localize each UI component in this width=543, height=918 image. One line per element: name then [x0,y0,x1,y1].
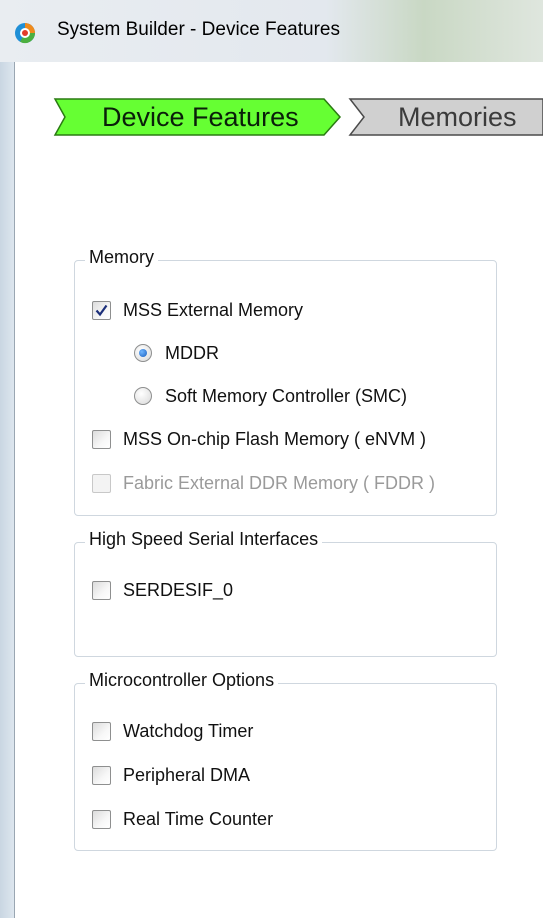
memory-group-title: Memory [85,247,159,268]
mddr-radio[interactable] [134,344,152,362]
mss-external-memory-option[interactable]: MSS External Memory [92,297,303,323]
mddr-option[interactable]: MDDR [134,340,219,366]
real-time-counter-label: Real Time Counter [123,808,274,829]
serdes-group-title: High Speed Serial Interfaces [85,529,323,550]
peripheral-dma-option[interactable]: Peripheral DMA [92,762,250,788]
smc-option[interactable]: Soft Memory Controller (SMC) [134,383,407,409]
envm-label: MSS On-chip Flash Memory ( eNVM ) [123,428,427,449]
watchdog-timer-checkbox[interactable] [92,721,111,741]
watchdog-timer-label: Watchdog Timer [123,720,254,741]
window-frame-left [0,62,14,918]
watchdog-timer-option[interactable]: Watchdog Timer [92,718,253,744]
checkmark-icon [95,304,108,316]
real-time-counter-option[interactable]: Real Time Counter [92,806,273,832]
peripheral-dma-label: Peripheral DMA [123,764,251,785]
microcontroller-group: Microcontroller Options Watchdog Timer P… [74,670,497,851]
real-time-counter-checkbox[interactable] [92,809,111,829]
step-memories[interactable]: Memories [398,98,517,136]
serdesif-0-checkbox[interactable] [92,580,111,600]
wizard-breadcrumb: Device Features Memories [40,98,543,136]
window-title: System Builder - Device Features [57,19,340,40]
serdes-group: High Speed Serial Interfaces SERDESIF_0 [74,529,497,657]
title-bar[interactable]: System Builder - Device Features [0,0,543,62]
peripheral-dma-checkbox[interactable] [92,765,111,785]
fddr-label: Fabric External DDR Memory ( FDDR ) [123,472,436,493]
envm-checkbox[interactable] [92,429,111,449]
serdesif-0-option[interactable]: SERDESIF_0 [92,577,233,603]
microcontroller-group-title: Microcontroller Options [85,670,279,691]
memory-group: Memory MSS External Memory MDDR Soft Mem… [74,247,497,516]
mss-external-memory-checkbox[interactable] [92,300,111,320]
serdesif-0-label: SERDESIF_0 [123,579,234,600]
mddr-label: MDDR [165,342,219,363]
smc-radio[interactable] [134,387,152,405]
envm-option[interactable]: MSS On-chip Flash Memory ( eNVM ) [92,426,426,452]
smc-label: Soft Memory Controller (SMC) [165,385,408,406]
app-logo-icon [15,23,36,44]
mss-external-memory-label: MSS External Memory [123,299,304,320]
fddr-checkbox [92,473,111,493]
fddr-option: Fabric External DDR Memory ( FDDR ) [92,470,435,496]
step-device-features[interactable]: Device Features [102,98,299,136]
